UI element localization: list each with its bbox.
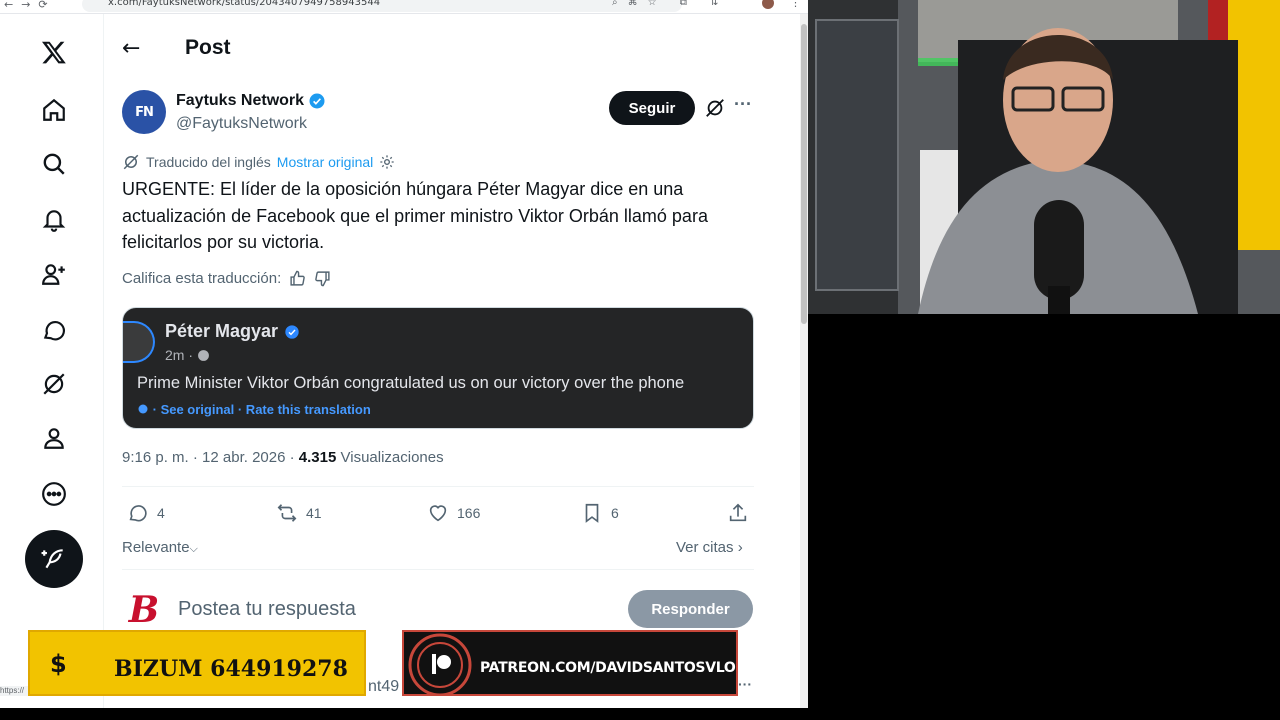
left-sidebar	[0, 14, 104, 708]
embed-gear-icon	[138, 404, 148, 414]
grok-explain-icon[interactable]	[704, 97, 726, 119]
divider	[122, 569, 754, 570]
author-avatar[interactable]: FN	[122, 90, 166, 134]
current-user-avatar[interactable]: B	[122, 589, 166, 631]
reply-action[interactable]: 4	[127, 502, 165, 524]
more-options-icon[interactable]: ···	[738, 676, 752, 692]
dollar-icon: $	[50, 650, 67, 678]
more-options-circle-icon[interactable]	[38, 478, 70, 510]
globe-icon	[197, 350, 209, 361]
heart-icon	[429, 505, 447, 522]
patreon-url-text: PATREON.COM/DAVIDSANTOSVLOG	[480, 660, 738, 676]
post-timestamp[interactable]: 9:16 p. m. · 12 abr. 2026 ·	[122, 449, 295, 466]
repost-count: 41	[306, 505, 322, 521]
bookmark-action[interactable]: 6	[581, 502, 619, 524]
home-icon[interactable]	[38, 94, 70, 126]
post-text: URGENTE: El líder de la oposición húngar…	[122, 179, 708, 252]
embed-author-name: Péter Magyar	[165, 321, 279, 341]
thumbs-up-icon[interactable]	[289, 270, 306, 287]
view-quotes-label[interactable]: Ver citas	[676, 539, 734, 556]
scrollbar-thumb[interactable]	[801, 24, 807, 324]
like-action[interactable]: 166	[427, 502, 480, 524]
more-options-icon[interactable]: ···	[734, 94, 752, 115]
notifications-bell-icon[interactable]	[38, 204, 70, 236]
compose-post-button[interactable]	[25, 530, 83, 588]
rate-translation-row: Califica esta traducción:	[122, 270, 331, 287]
profile-person-icon[interactable]	[38, 422, 70, 454]
view-quotes-link[interactable]: Ver citas ›	[676, 539, 743, 556]
browser-extension-icons[interactable]: ⌕⌘☆ ⧉ ⇅	[612, 0, 728, 8]
author-name-text[interactable]: Faytuks Network	[176, 92, 304, 110]
address-bar-url[interactable]: x.com/FaytuksNetwork/status/204340794975…	[108, 0, 380, 8]
bookmark-count: 6	[611, 505, 619, 521]
views-label: Visualizaciones	[340, 449, 444, 466]
author-name[interactable]: Faytuks Network	[176, 92, 326, 110]
follow-add-user-icon[interactable]	[38, 258, 70, 290]
reply-submit-button[interactable]: Responder	[628, 590, 753, 628]
show-original-link[interactable]: Mostrar original	[277, 154, 373, 170]
search-icon[interactable]	[38, 148, 70, 180]
settings-gear-icon[interactable]	[379, 154, 395, 170]
embedded-facebook-screenshot[interactable]: Péter Magyar 2m · Prime Minister Viktor …	[122, 307, 754, 429]
embed-post-text: Prime Minister Viktor Orbán congratulate…	[137, 374, 685, 392]
embed-links-text: · See original · Rate this translation	[152, 402, 371, 417]
browser-profile-avatar[interactable]	[762, 0, 774, 9]
bizum-text: BIZUM 644919278	[114, 656, 348, 682]
grok-icon[interactable]	[38, 368, 70, 400]
browser-toolbar: ←→⟳ x.com/FaytuksNetwork/status/20434079…	[0, 0, 808, 14]
like-count: 166	[457, 505, 481, 521]
back-arrow-icon[interactable]: ←	[122, 36, 140, 61]
post-column: ← Post FN Faytuks Network @FaytuksNetwor…	[104, 14, 770, 708]
views-count: 4.315	[298, 449, 337, 466]
feather-quill-icon	[41, 549, 63, 569]
bookmark-icon	[585, 503, 599, 523]
post-meta: 9:16 p. m. · 12 abr. 2026 · 4.315 Visual…	[122, 449, 444, 466]
author-handle[interactable]: @FaytuksNetwork	[176, 115, 307, 133]
browser-window: ←→⟳ x.com/FaytuksNetwork/status/20434079…	[0, 0, 808, 708]
browser-menu-icon[interactable]: ⋮	[790, 0, 801, 9]
messages-bubble-icon[interactable]	[38, 314, 70, 346]
repost-icon	[277, 504, 297, 522]
chevron-right-icon: ›	[737, 539, 743, 556]
share-action[interactable]	[727, 502, 749, 524]
grok-translate-icon	[123, 154, 139, 170]
streamer-webcam-image	[808, 0, 1280, 314]
bizum-donation-banner: $ BIZUM 644919278	[28, 630, 366, 696]
repost-action[interactable]: 41	[276, 502, 322, 524]
embed-timestamp-text: 2m ·	[165, 347, 193, 363]
post-actions-bar: 4 41 166 6	[122, 502, 754, 526]
verified-badge-icon	[309, 93, 325, 109]
chevron-down-icon: ⌵	[189, 543, 198, 555]
reply-bubble-icon	[129, 505, 147, 522]
follow-button[interactable]: Seguir	[609, 91, 695, 125]
rate-translation-label: Califica esta traducción:	[122, 270, 282, 287]
embed-links: · See original · Rate this translation	[137, 402, 371, 417]
translated-from-label: Traducido del inglés	[146, 154, 271, 170]
webcam-feed	[808, 0, 1280, 314]
translation-notice: Traducido del inglés Mostrar original	[122, 153, 395, 171]
reply-count: 4	[157, 505, 165, 521]
embed-author-avatar	[123, 321, 155, 363]
browser-status-url: https://	[0, 686, 28, 696]
sort-label[interactable]: Relevante	[122, 539, 190, 556]
divider	[122, 486, 754, 487]
browser-nav-buttons[interactable]: ←→⟳	[4, 0, 56, 11]
page-scrollbar[interactable]	[800, 14, 808, 708]
share-upload-icon	[729, 503, 747, 522]
embed-verified-icon	[285, 324, 299, 339]
reply-preview-peek: nt49	[368, 678, 400, 695]
embed-author-name-row: Péter Magyar	[165, 321, 300, 342]
x-logo-icon[interactable]	[38, 36, 70, 68]
sort-replies-dropdown[interactable]: Relevante⌵	[122, 539, 198, 556]
thumbs-down-icon[interactable]	[314, 270, 331, 287]
embed-timestamp: 2m ·	[165, 347, 210, 363]
patreon-logo-icon	[408, 633, 472, 694]
reply-input[interactable]: Postea tu respuesta	[178, 598, 356, 621]
patreon-banner: PATREON.COM/DAVIDSANTOSVLOG	[402, 630, 738, 696]
page-title: Post	[185, 36, 231, 59]
